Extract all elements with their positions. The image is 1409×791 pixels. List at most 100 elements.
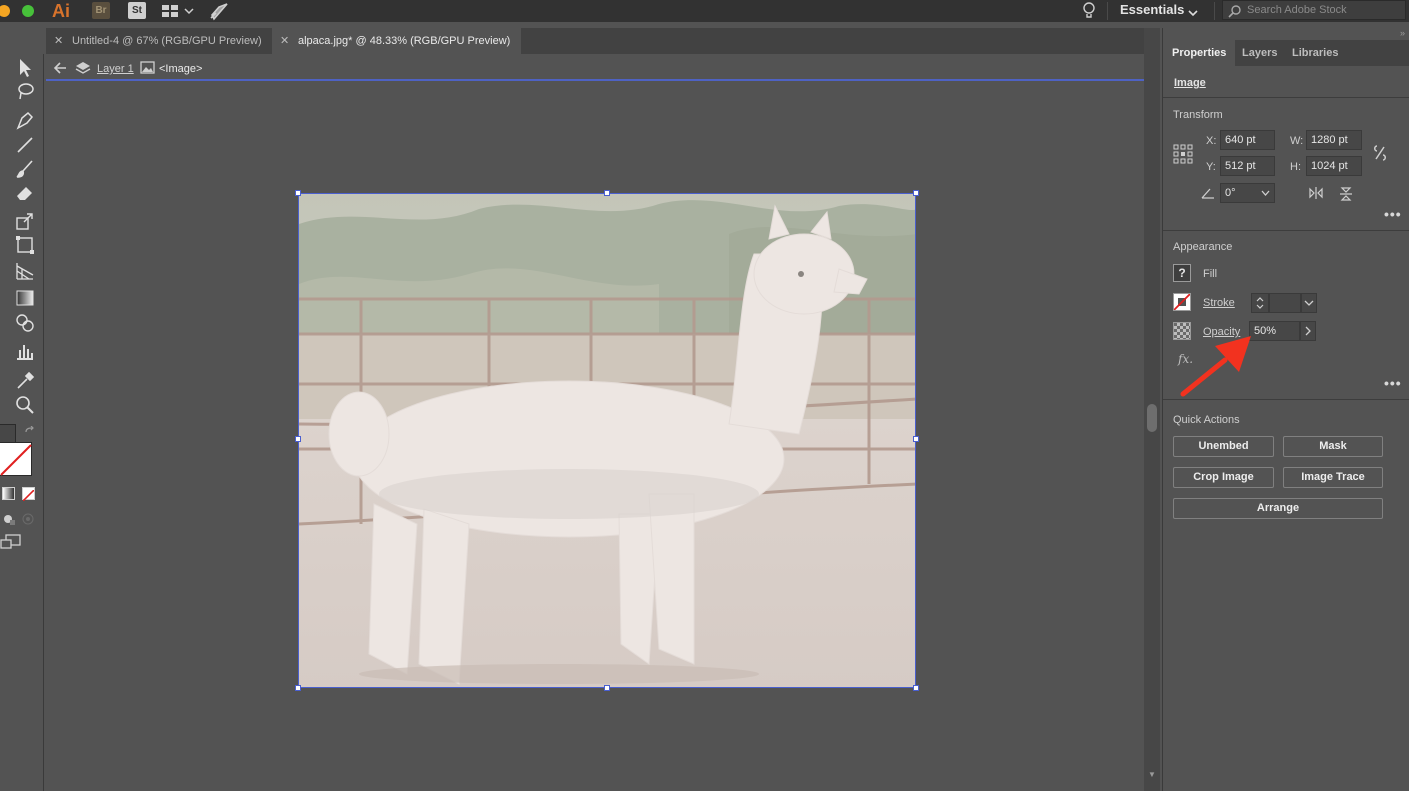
- stroke-weight-stepper[interactable]: [1251, 293, 1269, 313]
- lasso-tool-icon[interactable]: [14, 81, 38, 103]
- opacity-field[interactable]: 50%: [1249, 321, 1300, 341]
- layers-icon: [75, 62, 91, 74]
- image-trace-button[interactable]: Image Trace: [1283, 467, 1383, 488]
- line-tool-icon[interactable]: [14, 134, 38, 156]
- divider: [1163, 97, 1409, 98]
- quick-actions-title: Quick Actions: [1173, 414, 1240, 426]
- flip-vertical-icon[interactable]: [1339, 186, 1353, 202]
- free-transform-tool-icon[interactable]: [14, 234, 38, 256]
- pen-tool-icon[interactable]: [14, 109, 38, 131]
- resize-handle[interactable]: [295, 190, 301, 196]
- resize-handle[interactable]: [295, 436, 301, 442]
- resize-handle[interactable]: [913, 436, 919, 442]
- w-label: W:: [1290, 135, 1304, 147]
- back-arrow-icon[interactable]: [52, 61, 68, 75]
- selection-type-label[interactable]: Image: [1174, 77, 1206, 89]
- stock-search-input[interactable]: Search Adobe Stock: [1222, 0, 1406, 20]
- image-icon: [140, 61, 155, 74]
- x-label: X:: [1206, 135, 1217, 147]
- divider: [1163, 399, 1409, 400]
- swap-fill-stroke-icon[interactable]: [24, 426, 36, 438]
- stock-icon[interactable]: St: [128, 2, 146, 19]
- scroll-down-icon[interactable]: ▼: [1148, 770, 1156, 779]
- resize-handle[interactable]: [913, 190, 919, 196]
- none-swatch-icon[interactable]: [22, 487, 35, 502]
- application-bar: Ai Br St Essentials Search Adobe Stock: [0, 0, 1409, 22]
- chevron-down-icon[interactable]: [1261, 189, 1270, 197]
- arrange-documents-icon[interactable]: [160, 3, 196, 19]
- width-field[interactable]: 1280 pt: [1306, 130, 1362, 150]
- zoom-window-button[interactable]: [22, 5, 34, 17]
- fill-unknown-icon[interactable]: ?: [1173, 264, 1191, 282]
- vertical-scrollbar[interactable]: ▼: [1144, 28, 1160, 791]
- perspective-grid-tool-icon[interactable]: [14, 260, 38, 282]
- stroke-none-icon[interactable]: [1173, 293, 1191, 311]
- tab-alpaca[interactable]: ✕ alpaca.jpg* @ 48.33% (RGB/GPU Preview): [272, 28, 521, 54]
- search-placeholder: Search Adobe Stock: [1247, 4, 1347, 16]
- breadcrumb-layer[interactable]: Layer 1: [97, 63, 134, 75]
- graph-tool-icon[interactable]: [14, 340, 38, 362]
- chevron-down-icon[interactable]: [1188, 5, 1198, 17]
- illustrator-logo: Ai: [52, 1, 70, 21]
- divider: [1214, 2, 1215, 20]
- close-icon[interactable]: ✕: [54, 28, 63, 54]
- search-icon: [1228, 5, 1241, 18]
- draw-inside-icon[interactable]: [21, 512, 35, 526]
- resize-handle[interactable]: [913, 685, 919, 691]
- selection-tool-icon[interactable]: [14, 57, 38, 79]
- unembed-button[interactable]: Unembed: [1173, 436, 1274, 457]
- lightbulb-icon[interactable]: [1080, 1, 1098, 21]
- stroke-swatch[interactable]: [0, 442, 32, 476]
- close-icon[interactable]: ✕: [280, 28, 289, 54]
- more-options-icon[interactable]: •••: [1384, 375, 1402, 391]
- alpaca-image[interactable]: [298, 193, 916, 688]
- opacity-slider-toggle[interactable]: [1300, 321, 1316, 341]
- height-field[interactable]: 1024 pt: [1306, 156, 1362, 176]
- rotate-value: 0°: [1225, 187, 1236, 199]
- shape-builder-tool-icon[interactable]: [14, 312, 38, 334]
- y-field[interactable]: 512 pt: [1220, 156, 1275, 176]
- stroke-label[interactable]: Stroke: [1203, 297, 1235, 309]
- workspace-switcher[interactable]: Essentials: [1120, 2, 1184, 17]
- tab-label: alpaca.jpg* @ 48.33% (RGB/GPU Preview): [298, 35, 511, 47]
- rotate-field[interactable]: 0°: [1220, 183, 1275, 203]
- annotation-arrow-icon: [1180, 336, 1251, 397]
- x-field[interactable]: 640 pt: [1220, 130, 1275, 150]
- scale-tool-icon[interactable]: [14, 210, 38, 232]
- crop-image-button[interactable]: Crop Image: [1173, 467, 1274, 488]
- eraser-tool-icon[interactable]: [14, 182, 38, 204]
- tools-panel: [0, 54, 44, 791]
- more-options-icon[interactable]: •••: [1384, 206, 1402, 222]
- fill-label: Fill: [1203, 268, 1218, 280]
- draw-normal-icon[interactable]: [2, 512, 16, 526]
- resize-handle[interactable]: [604, 685, 610, 691]
- gradient-swatch-icon[interactable]: [2, 487, 15, 500]
- resize-handle[interactable]: [295, 685, 301, 691]
- tab-untitled-4[interactable]: ✕ Untitled-4 @ 67% (RGB/GPU Preview): [46, 28, 270, 54]
- constrain-proportions-icon[interactable]: [1372, 144, 1388, 162]
- rocket-icon[interactable]: [208, 1, 230, 21]
- collapse-panel-icon[interactable]: »: [1400, 28, 1405, 38]
- tab-label: Untitled-4 @ 67% (RGB/GPU Preview): [72, 35, 262, 47]
- mask-button[interactable]: Mask: [1283, 436, 1383, 457]
- stroke-weight-dropdown[interactable]: [1301, 293, 1317, 313]
- scrollbar-thumb[interactable]: [1147, 404, 1157, 432]
- paintbrush-tool-icon[interactable]: [14, 158, 38, 180]
- reference-point-icon[interactable]: [1173, 144, 1193, 164]
- resize-handle[interactable]: [604, 190, 610, 196]
- canvas-area[interactable]: [46, 83, 1144, 791]
- screen-mode-icon[interactable]: [0, 533, 22, 551]
- stroke-weight-field[interactable]: [1269, 293, 1301, 313]
- zoom-tool-icon[interactable]: [14, 394, 38, 416]
- eyedropper-tool-icon[interactable]: [14, 370, 38, 392]
- tab-libraries[interactable]: Libraries: [1283, 40, 1347, 66]
- tab-properties[interactable]: Properties: [1163, 40, 1236, 66]
- arrange-button[interactable]: Arrange: [1173, 498, 1383, 519]
- bridge-icon[interactable]: Br: [92, 2, 110, 19]
- flip-horizontal-icon[interactable]: [1308, 186, 1324, 200]
- appearance-title: Appearance: [1173, 241, 1233, 253]
- gradient-tool-icon[interactable]: [14, 287, 38, 309]
- divider: [1163, 230, 1409, 231]
- tab-layers[interactable]: Layers: [1233, 40, 1286, 66]
- minimize-window-button[interactable]: [0, 5, 10, 17]
